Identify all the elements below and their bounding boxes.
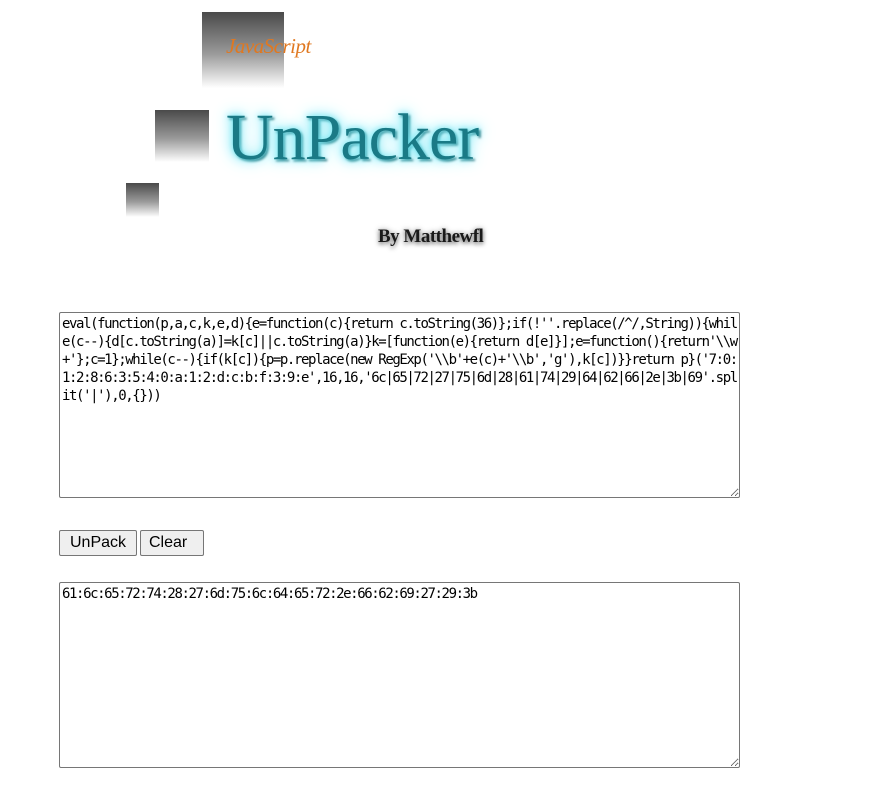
logo-byline: By Matthewfl — [378, 226, 484, 247]
logo-square-medium — [155, 110, 209, 162]
logo: JavaScript UnPacker By Matthewfl — [0, 0, 885, 280]
unpack-button[interactable]: UnPack — [59, 530, 137, 556]
logo-title: UnPacker — [226, 101, 479, 174]
logo-square-small — [126, 183, 159, 217]
clear-button[interactable]: Clear — [140, 530, 204, 556]
unpacked-output[interactable]: 61:6c:65:72:74:28:27:6d:75:6c:64:65:72:2… — [59, 582, 740, 768]
packed-code-input[interactable]: eval(function(p,a,c,k,e,d){e=function(c)… — [59, 312, 740, 498]
logo-subtitle: JavaScript — [226, 34, 311, 58]
